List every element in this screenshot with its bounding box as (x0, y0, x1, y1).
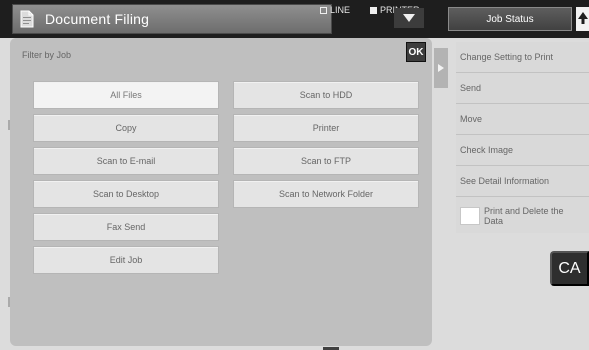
top-bar: Document Filing LINE PRINTER Job Status (0, 0, 589, 38)
filter-copy-button[interactable]: Copy (33, 114, 219, 142)
filter-fax-send-button[interactable]: Fax Send (33, 213, 219, 241)
side-menu-tab[interactable] (434, 48, 448, 88)
app-title-bar: Document Filing (12, 4, 332, 34)
line-mode-toggle[interactable]: LINE (320, 5, 350, 15)
print-and-delete-checkbox[interactable] (460, 207, 480, 225)
see-detail-information-item[interactable]: See Detail Information (456, 166, 589, 197)
filter-scan-to-ftp-button[interactable]: Scan to FTP (233, 147, 419, 175)
clear-all-button[interactable]: CA (550, 251, 589, 286)
filter-printer-button[interactable]: Printer (233, 114, 419, 142)
print-and-delete-option[interactable]: Print and Delete the Data (456, 200, 589, 232)
change-setting-to-print-item[interactable]: Change Setting to Print (456, 42, 589, 73)
print-and-delete-label: Print and Delete the Data (484, 206, 564, 226)
printer-checkbox-icon[interactable] (370, 6, 377, 14)
up-arrow-button[interactable] (576, 7, 589, 31)
edge-mark (8, 120, 10, 130)
page-title: Document Filing (45, 11, 150, 27)
check-image-item[interactable]: Check Image (456, 135, 589, 166)
filter-scan-to-hdd-button[interactable]: Scan to HDD (233, 81, 419, 109)
line-checkbox-icon[interactable] (320, 6, 327, 14)
filter-scan-to-desktop-button[interactable]: Scan to Desktop (33, 180, 219, 208)
job-status-button[interactable]: Job Status (448, 7, 572, 31)
line-mode-label: LINE (330, 5, 351, 15)
document-filing-icon (20, 10, 34, 28)
filter-panel: Filter by Job OK All Files Scan to HDD C… (10, 38, 432, 346)
edge-mark (8, 297, 10, 307)
up-arrow-icon (578, 12, 588, 24)
ok-button[interactable]: OK (406, 42, 426, 62)
action-menu: Change Setting to Print Send Move Check … (456, 42, 589, 233)
mode-dropdown-button[interactable] (394, 8, 424, 28)
filter-label: Filter by Job (22, 50, 72, 60)
filter-edit-job-button[interactable]: Edit Job (33, 246, 219, 274)
chevron-down-icon (403, 14, 415, 22)
filter-scan-to-email-button[interactable]: Scan to E-mail (33, 147, 219, 175)
filter-scan-to-network-folder-button[interactable]: Scan to Network Folder (233, 180, 419, 208)
send-item[interactable]: Send (456, 73, 589, 104)
job-filter-grid: All Files Scan to HDD Copy Printer Scan … (33, 81, 419, 274)
chevron-right-icon (438, 64, 444, 72)
move-item[interactable]: Move (456, 104, 589, 135)
filter-all-files-button[interactable]: All Files (33, 81, 219, 109)
